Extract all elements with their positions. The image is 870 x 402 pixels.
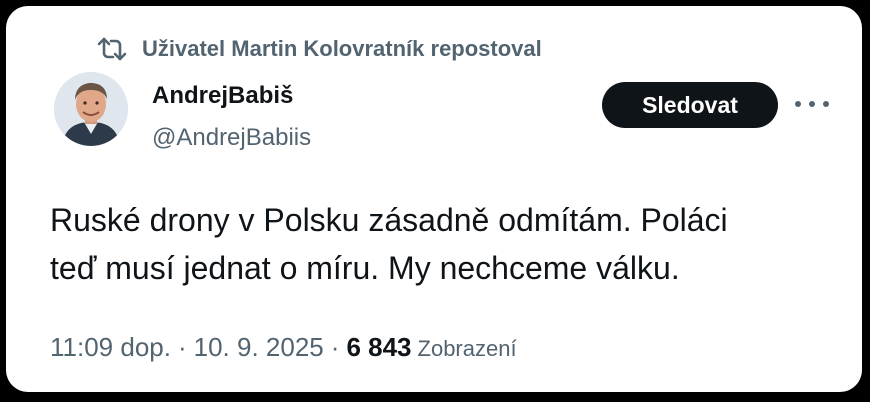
meta-separator: · <box>330 332 340 362</box>
tweet-card: Uživatel Martin Kolovratník repostoval A… <box>6 6 862 392</box>
author-handle[interactable]: @AndrejBabiis <box>152 124 311 152</box>
tweet-text: Ruské drony v Polsku zásadně odmítám. Po… <box>50 196 840 292</box>
repost-label: Uživatel Martin Kolovratník repostoval <box>142 36 542 61</box>
repost-indicator[interactable]: Uživatel Martin Kolovratník repostoval <box>96 36 542 62</box>
tweet-text-line: teď musí jednat o míru. My nechceme válk… <box>50 250 680 286</box>
views-count: 6 843 <box>346 332 412 362</box>
views-label: Zobrazení <box>417 336 517 361</box>
meta-separator: · <box>177 332 187 362</box>
follow-button[interactable]: Sledovat <box>602 82 778 128</box>
repost-icon <box>97 37 127 61</box>
tweet-time[interactable]: 11:09 dop. <box>50 332 171 363</box>
avatar[interactable] <box>54 72 128 146</box>
avatar-image <box>54 72 128 146</box>
tweet-text-line: Ruské drony v Polsku zásadně odmítám. Po… <box>50 202 728 238</box>
tweet-date[interactable]: 10. 9. 2025 <box>194 332 324 363</box>
author-name[interactable]: AndrejBabiš <box>152 82 293 110</box>
more-horizontal-icon[interactable] <box>795 94 829 114</box>
tweet-meta: 11:09 dop. · 10. 9. 2025 · 6 843 Zobraze… <box>50 332 517 363</box>
